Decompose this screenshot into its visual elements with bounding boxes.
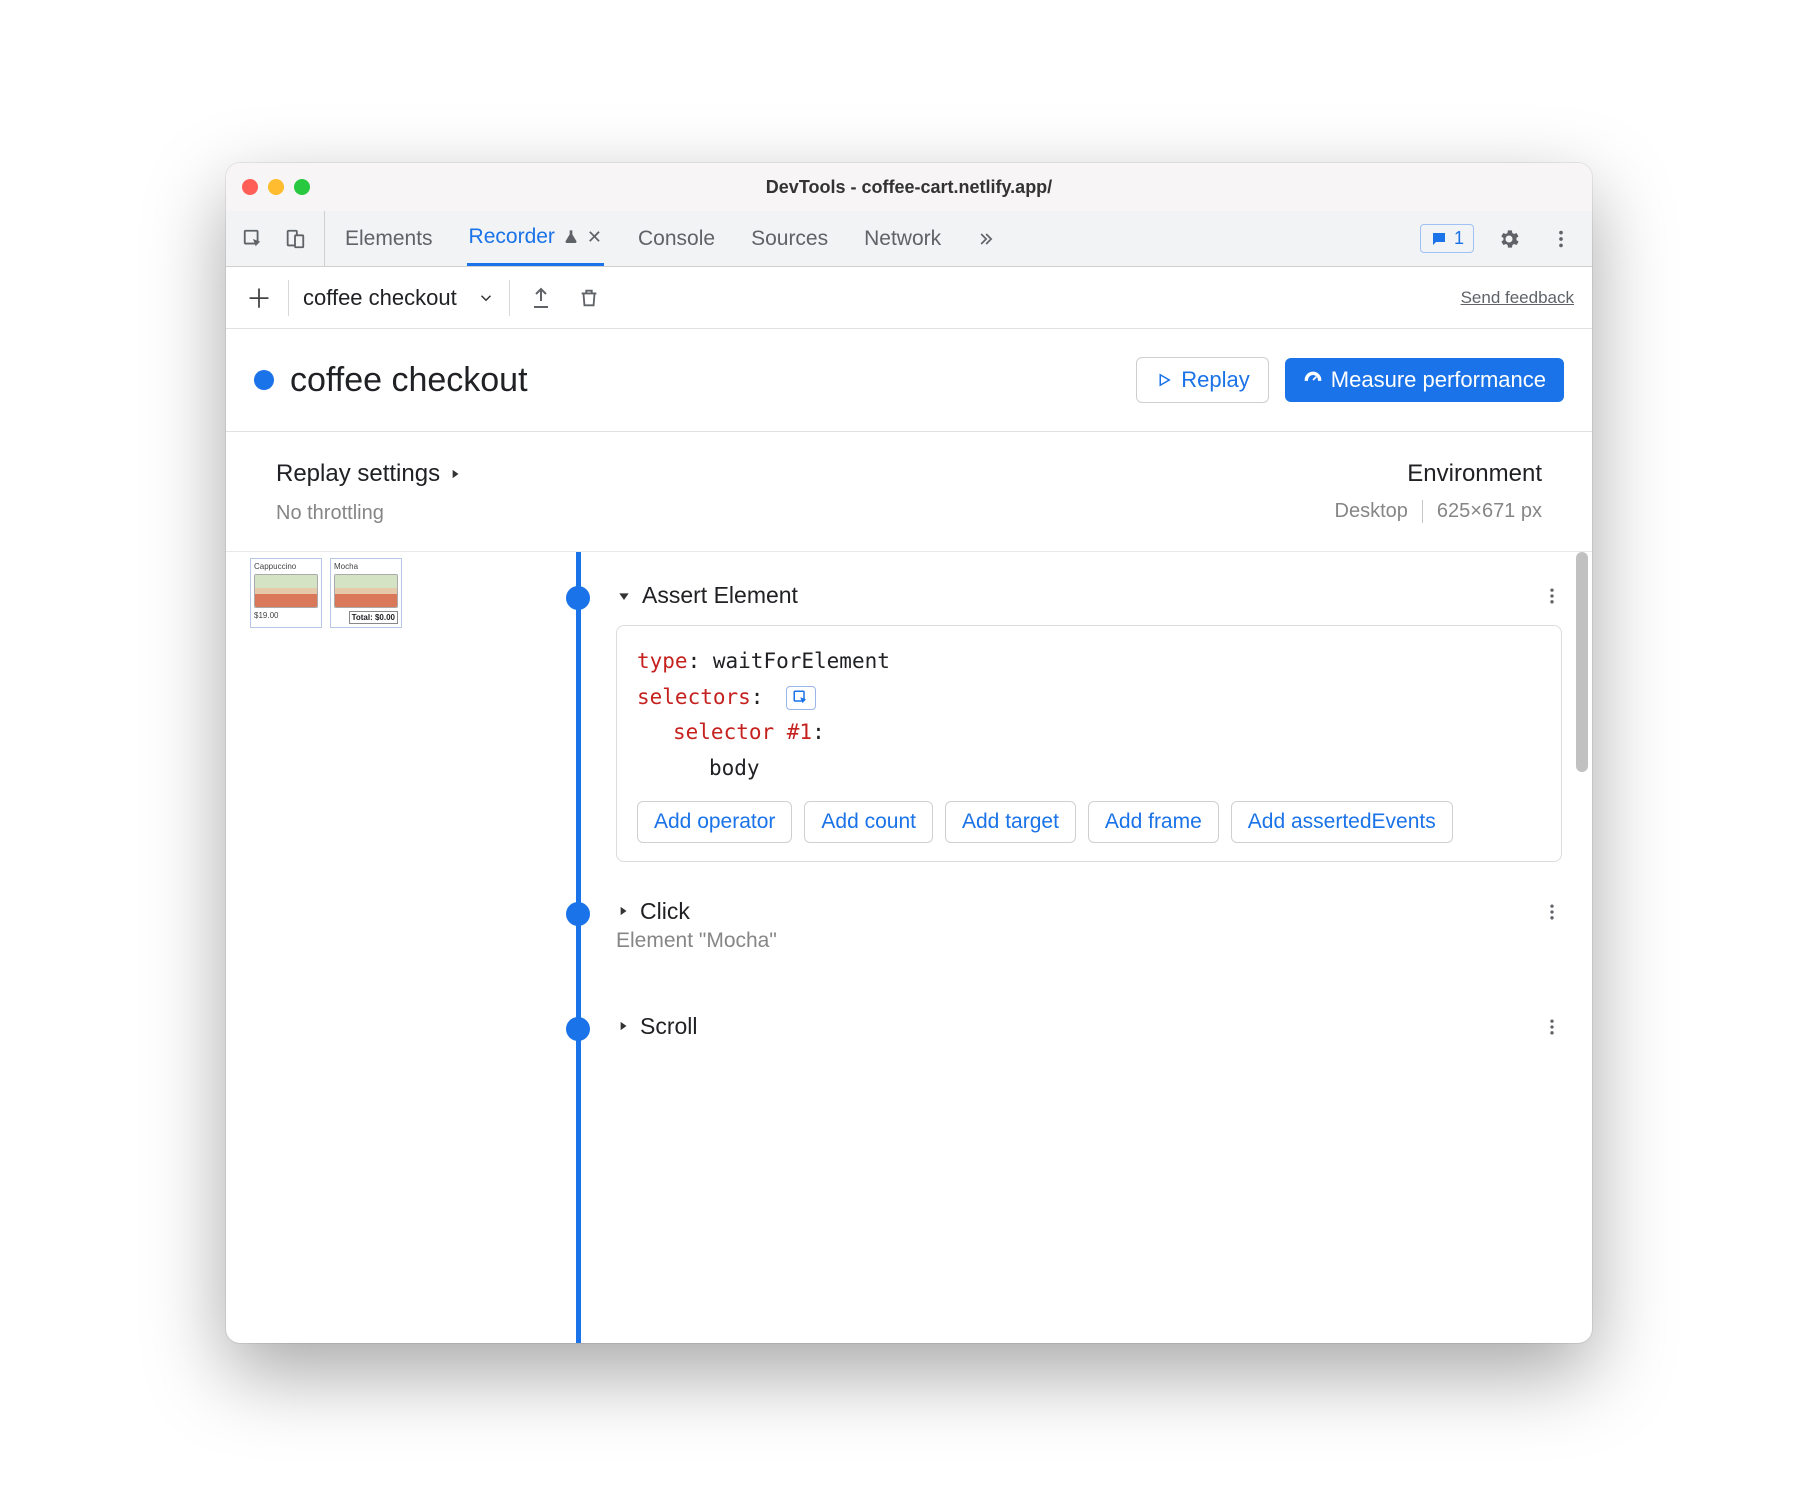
- viewport-dimensions: 625×671 px: [1422, 500, 1542, 523]
- step-more-icon[interactable]: [1542, 586, 1562, 606]
- recording-name: coffee checkout: [303, 285, 457, 311]
- recording-selector[interactable]: coffee checkout: [303, 285, 495, 311]
- recording-header: coffee checkout Replay Measure performan…: [226, 329, 1592, 432]
- environment-label: Environment: [1335, 460, 1542, 488]
- device-type: Desktop: [1335, 500, 1408, 523]
- step-details: type: waitForElement selectors: selector…: [616, 625, 1562, 862]
- divider: [509, 280, 510, 316]
- replay-button[interactable]: Replay: [1136, 357, 1268, 403]
- add-count-button[interactable]: Add count: [804, 801, 933, 843]
- maximize-window-button[interactable]: [294, 179, 310, 195]
- send-feedback-link[interactable]: Send feedback: [1461, 288, 1574, 308]
- add-operator-button[interactable]: Add operator: [637, 801, 792, 843]
- throttling-value: No throttling: [276, 502, 462, 525]
- recorder-toolbar: ＋ coffee checkout Send feedback: [226, 267, 1592, 329]
- step-dot: [566, 902, 590, 926]
- scrollbar-thumb[interactable]: [1576, 552, 1588, 772]
- more-menu-icon[interactable]: [1544, 222, 1578, 256]
- step-header[interactable]: Click: [616, 898, 1592, 925]
- step-dot: [566, 1017, 590, 1041]
- caret-right-icon: [448, 467, 462, 481]
- recording-status-dot: [254, 370, 274, 390]
- replay-settings-toggle[interactable]: Replay settings: [276, 460, 462, 488]
- tab-sources[interactable]: Sources: [749, 211, 830, 266]
- inspect-element-icon[interactable]: [236, 222, 270, 256]
- tab-overflow[interactable]: [975, 211, 999, 266]
- add-asserted-events-button[interactable]: Add assertedEvents: [1231, 801, 1453, 843]
- devtools-tabs: Elements Recorder ✕ Console Sources Netw…: [226, 211, 1592, 267]
- screenshot-thumbnails: Cappuccino $19.00 Mocha Total: $0.00: [250, 558, 402, 628]
- measure-performance-button[interactable]: Measure performance: [1285, 358, 1564, 402]
- export-button[interactable]: [524, 281, 558, 315]
- thumbnail[interactable]: Mocha Total: $0.00: [330, 558, 402, 628]
- add-frame-button[interactable]: Add frame: [1088, 801, 1219, 843]
- close-window-button[interactable]: [242, 179, 258, 195]
- add-target-button[interactable]: Add target: [945, 801, 1076, 843]
- thumbnail[interactable]: Cappuccino $19.00: [250, 558, 322, 628]
- caret-right-icon: [616, 1019, 630, 1033]
- step-scroll: Scroll: [476, 1013, 1592, 1040]
- recording-title: coffee checkout: [290, 361, 528, 400]
- devtools-window: DevTools - coffee-cart.netlify.app/ Elem…: [226, 163, 1592, 1343]
- selector-picker-icon[interactable]: [786, 686, 816, 710]
- experiment-icon: [563, 229, 579, 245]
- titlebar: DevTools - coffee-cart.netlify.app/: [226, 163, 1592, 211]
- device-toolbar-icon[interactable]: [278, 222, 312, 256]
- new-recording-button[interactable]: ＋: [244, 279, 274, 316]
- delete-button[interactable]: [572, 281, 606, 315]
- chevron-down-icon: [477, 289, 495, 307]
- timeline-area: Cappuccino $19.00 Mocha Total: $0.00 Ass…: [226, 552, 1592, 1343]
- step-dot: [566, 586, 590, 610]
- issues-badge[interactable]: 1: [1420, 224, 1474, 253]
- step-click: Click Element "Mocha": [476, 898, 1592, 953]
- step-header[interactable]: Assert Element: [616, 582, 1592, 609]
- caret-right-icon: [616, 904, 630, 918]
- window-title: DevTools - coffee-cart.netlify.app/: [226, 177, 1592, 198]
- step-header[interactable]: Scroll: [616, 1013, 1592, 1040]
- divider: [288, 280, 289, 316]
- caret-down-icon: [616, 588, 632, 604]
- tab-recorder[interactable]: Recorder ✕: [467, 211, 604, 266]
- tab-network[interactable]: Network: [862, 211, 943, 266]
- step-more-icon[interactable]: [1542, 902, 1562, 922]
- tab-elements[interactable]: Elements: [343, 211, 435, 266]
- minimize-window-button[interactable]: [268, 179, 284, 195]
- step-more-icon[interactable]: [1542, 1017, 1562, 1037]
- tab-console[interactable]: Console: [636, 211, 717, 266]
- settings-row: Replay settings No throttling Environmen…: [226, 432, 1592, 552]
- settings-gear-icon[interactable]: [1492, 222, 1526, 256]
- issues-count: 1: [1454, 228, 1464, 249]
- traffic-lights: [242, 179, 310, 195]
- step-assert-element: Assert Element type: waitForElement sele…: [476, 582, 1592, 862]
- close-tab-icon[interactable]: ✕: [587, 227, 602, 248]
- step-subtitle: Element "Mocha": [616, 929, 1592, 953]
